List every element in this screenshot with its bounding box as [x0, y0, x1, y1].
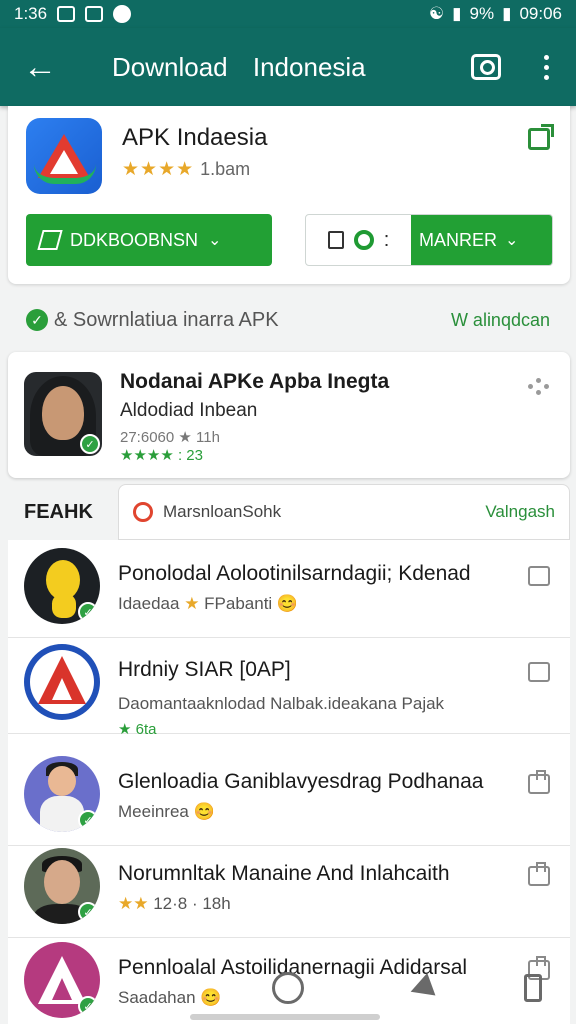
- chevron-down-icon: ⌄: [208, 232, 222, 249]
- download-icon: [37, 230, 63, 250]
- download-button[interactable]: DDKBOOBNSN ⌄: [26, 214, 272, 266]
- featured-stars: ★★★★ : 23: [120, 447, 203, 464]
- status-time-left: 1:36: [14, 4, 48, 23]
- man-avatar: ✓: [24, 848, 100, 924]
- chevron-down-icon: ⌄: [505, 232, 519, 249]
- dots-menu-icon[interactable]: [528, 376, 550, 398]
- list-item-title: Hrdniy SIAR [0AP]: [118, 658, 291, 681]
- list-item-sub-a: Idaedaa: [118, 594, 180, 613]
- list-item-star: ★: [118, 721, 132, 738]
- list-item-sub-b: 6ta: [135, 721, 157, 738]
- list-item-subtitle: Daomantaaknlodad Nalbak.ideakana Pajak: [118, 694, 445, 713]
- tab-filter[interactable]: MarsnloanSohk Valngash: [118, 484, 570, 540]
- featured-title: Nodanai APKe Apba Inegta: [120, 370, 390, 393]
- app-name: APK Indaesia: [122, 124, 268, 151]
- app-notification-icon: [85, 6, 104, 22]
- list-item-subtitle: ★★ 12·8 · 18h: [118, 894, 231, 914]
- list-item[interactable]: ✓ Glenloadia Ganiblavyesdrag Podhanaa Me…: [8, 748, 570, 846]
- search-button[interactable]: [456, 54, 516, 80]
- download-label: DDKBOOBNSN: [70, 229, 199, 250]
- back-arrow-icon[interactable]: ←: [0, 50, 80, 84]
- list-item[interactable]: ✓ Ponolodal Aolootinilsarndagii; Kdenad …: [8, 540, 570, 638]
- app-bar: ← Download Indonesia: [0, 28, 576, 106]
- lock-icon: [327, 231, 344, 249]
- colon-glyph: :: [383, 228, 390, 251]
- rating-text: 1.bam: [200, 159, 251, 179]
- app-logo-icon: [26, 118, 102, 194]
- list-item-rating: ★ 6ta: [118, 720, 156, 738]
- status-time-right: 09:06: [519, 4, 562, 23]
- section-link[interactable]: W alinqdcan: [451, 310, 550, 331]
- title-part-download: Download: [112, 51, 228, 82]
- list-item-star: ★★: [118, 894, 149, 913]
- verified-badge-icon: ✓: [78, 602, 98, 622]
- share-icon[interactable]: [528, 124, 554, 150]
- section-text: & Sowrnlatiua inarra APK: [54, 308, 279, 331]
- list-item-star: ★: [184, 594, 200, 613]
- notification-icon: [113, 5, 132, 23]
- share-icon[interactable]: [528, 662, 550, 682]
- wifi-icon: ☯: [428, 4, 445, 23]
- battery-icon: ▮: [502, 4, 512, 23]
- share-icon[interactable]: [528, 566, 550, 586]
- search-icon: [471, 54, 501, 80]
- list-item-subtitle: Meeinrea 😊: [118, 802, 215, 822]
- list-tabs: FEAHK MarsnloanSohk Valngash: [8, 484, 570, 540]
- list-item-title: Glenloadia Ganiblavyesdrag Podhanaa: [118, 770, 484, 793]
- list-item[interactable]: ✓ Norumnltak Manaine And Inlahcaith ★★ 1…: [8, 840, 570, 938]
- list-item-sub-b: 12·8 · 18h: [153, 894, 231, 913]
- list-item-sub-b: 😊: [193, 802, 215, 821]
- recent-apps-icon[interactable]: [524, 974, 542, 1002]
- download-icon[interactable]: [528, 862, 550, 886]
- kid-avatar: ✓: [24, 756, 100, 832]
- more-options-button[interactable]: [516, 54, 576, 80]
- featured-subtitle: Aldodiad Inbean: [120, 400, 258, 421]
- title-part-indonesia: Indonesia: [252, 51, 366, 82]
- home-circle-icon[interactable]: [272, 972, 304, 1004]
- featured-app-card[interactable]: ✓ Nodanai APKe Apba Inegta Aldodiad Inbe…: [8, 352, 570, 478]
- back-triangle-icon[interactable]: [406, 972, 436, 1004]
- featured-meta: 27:6060 ★ 11h: [120, 429, 220, 446]
- block-icon: [133, 502, 153, 522]
- list-item-title: Norumnltak Manaine And Inlahcaith: [118, 862, 450, 885]
- kebab-menu-icon: [543, 54, 549, 80]
- list-item-subtitle: Idaedaa ★ FPabanti 😊: [118, 594, 298, 614]
- tab-filter-text: MarsnloanSohk: [163, 502, 282, 521]
- tab-filter-link[interactable]: Valngash: [485, 502, 555, 522]
- download-icon[interactable]: [528, 770, 550, 794]
- page-title: Download Indonesia: [80, 52, 456, 83]
- manager-dropdown[interactable]: MANRER ⌄: [411, 215, 552, 265]
- list-item-sub-b: FPabanti 😊: [204, 594, 299, 613]
- manager-button[interactable]: : MANRER ⌄: [305, 214, 553, 266]
- tab-feahk[interactable]: FEAHK: [8, 501, 118, 524]
- verified-badge-icon: ✓: [80, 434, 100, 454]
- check-icon: ✓: [26, 309, 48, 331]
- list-item-title: Ponolodal Aolootinilsarndagii; Kdenad: [118, 562, 471, 585]
- signal-icon: ▮: [452, 4, 462, 23]
- verified-badge-icon: ✓: [78, 902, 98, 922]
- ring-icon: [353, 230, 374, 250]
- rating-stars: ★★★★: [122, 159, 195, 180]
- status-bar: 1:36 ☯ ▮ 9% ▮ 09:06: [0, 0, 576, 28]
- logo-avatar: [24, 644, 100, 720]
- list-item-sub-a: Meeinrea: [118, 802, 189, 821]
- verified-badge-icon: ✓: [78, 810, 98, 830]
- manager-icons: :: [306, 215, 411, 265]
- emoji-avatar: ✓: [24, 548, 100, 624]
- manager-label: MANRER: [419, 229, 498, 250]
- gesture-handle[interactable]: [190, 1014, 380, 1020]
- app-rating: ★★★★ 1.bam: [122, 158, 250, 181]
- section-header: ✓ & Sowrnlatiua inarra APK W alinqdcan: [0, 296, 576, 344]
- image-icon: [57, 6, 76, 22]
- app-list: ✓ Ponolodal Aolootinilsarndagii; Kdenad …: [8, 540, 570, 1024]
- featured-avatar: ✓: [24, 372, 102, 456]
- battery-level: 9%: [469, 4, 495, 23]
- list-item[interactable]: Hrdniy SIAR [0AP] Daomantaaknlodad Nalba…: [8, 636, 570, 738]
- system-nav-bar: [0, 958, 576, 1024]
- app-header-card: APK Indaesia ★★★★ 1.bam DDKBOOBNSN ⌄ : M…: [8, 106, 570, 284]
